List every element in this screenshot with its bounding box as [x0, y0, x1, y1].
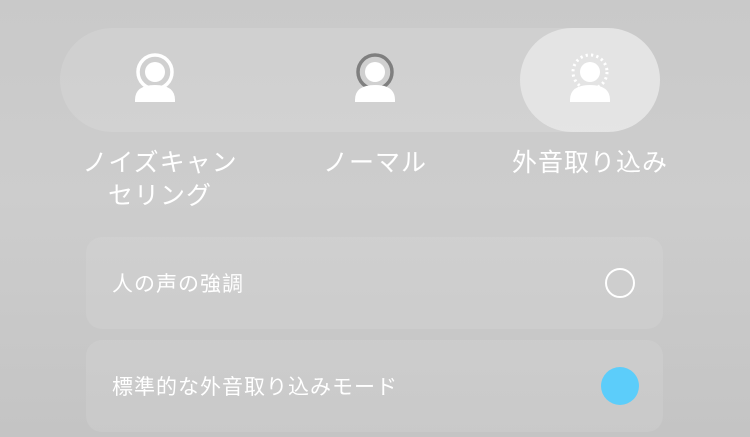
radio-button-unchecked[interactable] [605, 268, 635, 298]
mode-label-normal: ノーマル [322, 148, 427, 177]
option-label-voice-emphasis: 人の声の強調 [112, 272, 244, 296]
normal-person-icon [355, 53, 395, 102]
option-label-standard-ambient-mode: 標準的な外音取り込みモード [112, 375, 398, 399]
radio-button-checked[interactable] [601, 367, 639, 405]
mode-button-normal[interactable] [305, 28, 445, 132]
mode-button-ambient-sound[interactable] [520, 28, 660, 132]
ambient-sound-person-icon [570, 53, 610, 102]
mode-label-noise-cancelling: ノイズキャン セリング [82, 148, 238, 210]
mode-button-noise-cancelling[interactable] [85, 28, 225, 132]
option-row-voice-emphasis[interactable]: 人の声の強調 [86, 237, 663, 329]
option-row-standard-ambient-mode[interactable]: 標準的な外音取り込みモード [86, 340, 663, 432]
mode-label-ambient-sound: 外音取り込み [511, 148, 668, 177]
noise-cancelling-person-icon [135, 53, 175, 102]
